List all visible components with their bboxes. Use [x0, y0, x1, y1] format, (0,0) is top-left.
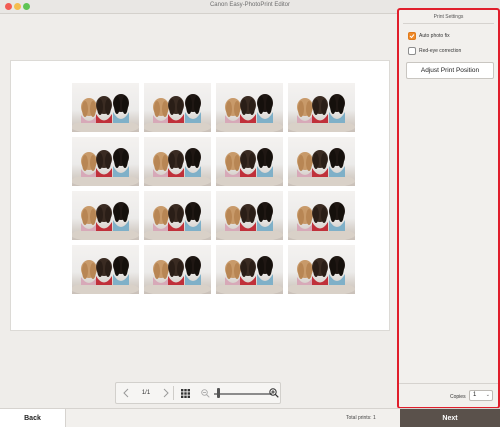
adjust-print-position-button[interactable]: Adjust Print Position — [406, 62, 494, 79]
copies-value: 1 — [473, 392, 477, 398]
dog-photo-image — [72, 94, 139, 132]
dog-photo-image — [288, 202, 355, 240]
dog-photo-image — [288, 94, 355, 132]
back-button[interactable]: Back — [0, 409, 66, 427]
copies-row: Copies 1 ⌄ — [399, 383, 498, 407]
photo-thumbnail[interactable] — [72, 191, 139, 240]
photo-thumbnail[interactable] — [288, 83, 355, 132]
photo-thumbnail[interactable] — [144, 137, 211, 186]
red-eye-correction-option[interactable]: Red-eye correction — [408, 47, 461, 55]
paper-preview — [10, 60, 390, 331]
auto-photo-fix-option[interactable]: Auto photo fix — [408, 32, 450, 40]
auto-photo-fix-checkbox[interactable] — [408, 32, 416, 40]
photo-grid — [72, 83, 355, 294]
photo-thumbnail[interactable] — [72, 83, 139, 132]
preview-controls: 1/1 — [115, 382, 281, 404]
photo-thumbnail[interactable] — [216, 245, 283, 294]
panel-title: Print Settings — [433, 14, 464, 20]
page-indicator: 1/1 — [141, 390, 151, 396]
photo-thumbnail[interactable] — [216, 191, 283, 240]
photo-thumbnail[interactable] — [144, 83, 211, 132]
dog-photo-image — [288, 256, 355, 294]
print-settings-panel: Print Settings Auto photo fix Red-eye co… — [397, 8, 500, 409]
photo-thumbnail[interactable] — [288, 191, 355, 240]
photo-thumbnail[interactable] — [216, 137, 283, 186]
photo-thumbnail[interactable] — [72, 245, 139, 294]
previous-page-button[interactable] — [120, 383, 132, 403]
dog-photo-image — [216, 94, 283, 132]
dog-photo-image — [144, 148, 211, 186]
chevron-left-icon — [123, 388, 129, 398]
zoom-in-icon — [269, 388, 279, 398]
dog-photo-image — [72, 256, 139, 294]
chevron-right-icon — [163, 388, 169, 398]
photo-thumbnail[interactable] — [288, 137, 355, 186]
photo-thumbnail[interactable] — [288, 245, 355, 294]
red-eye-correction-checkbox[interactable] — [408, 47, 416, 55]
photo-thumbnail[interactable] — [216, 83, 283, 132]
dog-photo-image — [72, 148, 139, 186]
checkmark-icon — [409, 34, 415, 39]
grid-icon — [180, 388, 190, 398]
dog-photo-image — [216, 256, 283, 294]
footer-bar: Back Total prints: 1 Next — [0, 408, 500, 427]
photo-thumbnail[interactable] — [72, 137, 139, 186]
dog-photo-image — [144, 202, 211, 240]
chevron-down-icon: ⌄ — [485, 392, 490, 398]
copies-label: Copies — [450, 394, 466, 400]
panel-divider — [403, 23, 494, 24]
zoom-slider-handle[interactable] — [216, 388, 220, 398]
zoom-out-icon — [200, 388, 210, 398]
zoom-slider[interactable] — [214, 393, 272, 395]
dog-photo-image — [216, 148, 283, 186]
copies-select[interactable]: 1 ⌄ — [469, 390, 493, 401]
next-page-button[interactable] — [160, 383, 172, 403]
controls-divider — [173, 386, 174, 400]
grid-view-button[interactable] — [179, 383, 191, 403]
dog-photo-image — [72, 202, 139, 240]
preview-area: 1/1 — [0, 14, 397, 408]
dog-photo-image — [144, 256, 211, 294]
photo-thumbnail[interactable] — [144, 245, 211, 294]
auto-photo-fix-label: Auto photo fix — [419, 33, 450, 39]
dog-photo-image — [144, 94, 211, 132]
dog-photo-image — [288, 148, 355, 186]
next-button[interactable]: Next — [400, 409, 500, 427]
red-eye-correction-label: Red-eye correction — [419, 48, 462, 54]
photo-thumbnail[interactable] — [144, 191, 211, 240]
total-prints: Total prints: 1 — [346, 415, 376, 421]
zoom-in-button[interactable] — [268, 383, 280, 403]
zoom-out-button[interactable] — [199, 383, 211, 403]
dog-photo-image — [216, 202, 283, 240]
